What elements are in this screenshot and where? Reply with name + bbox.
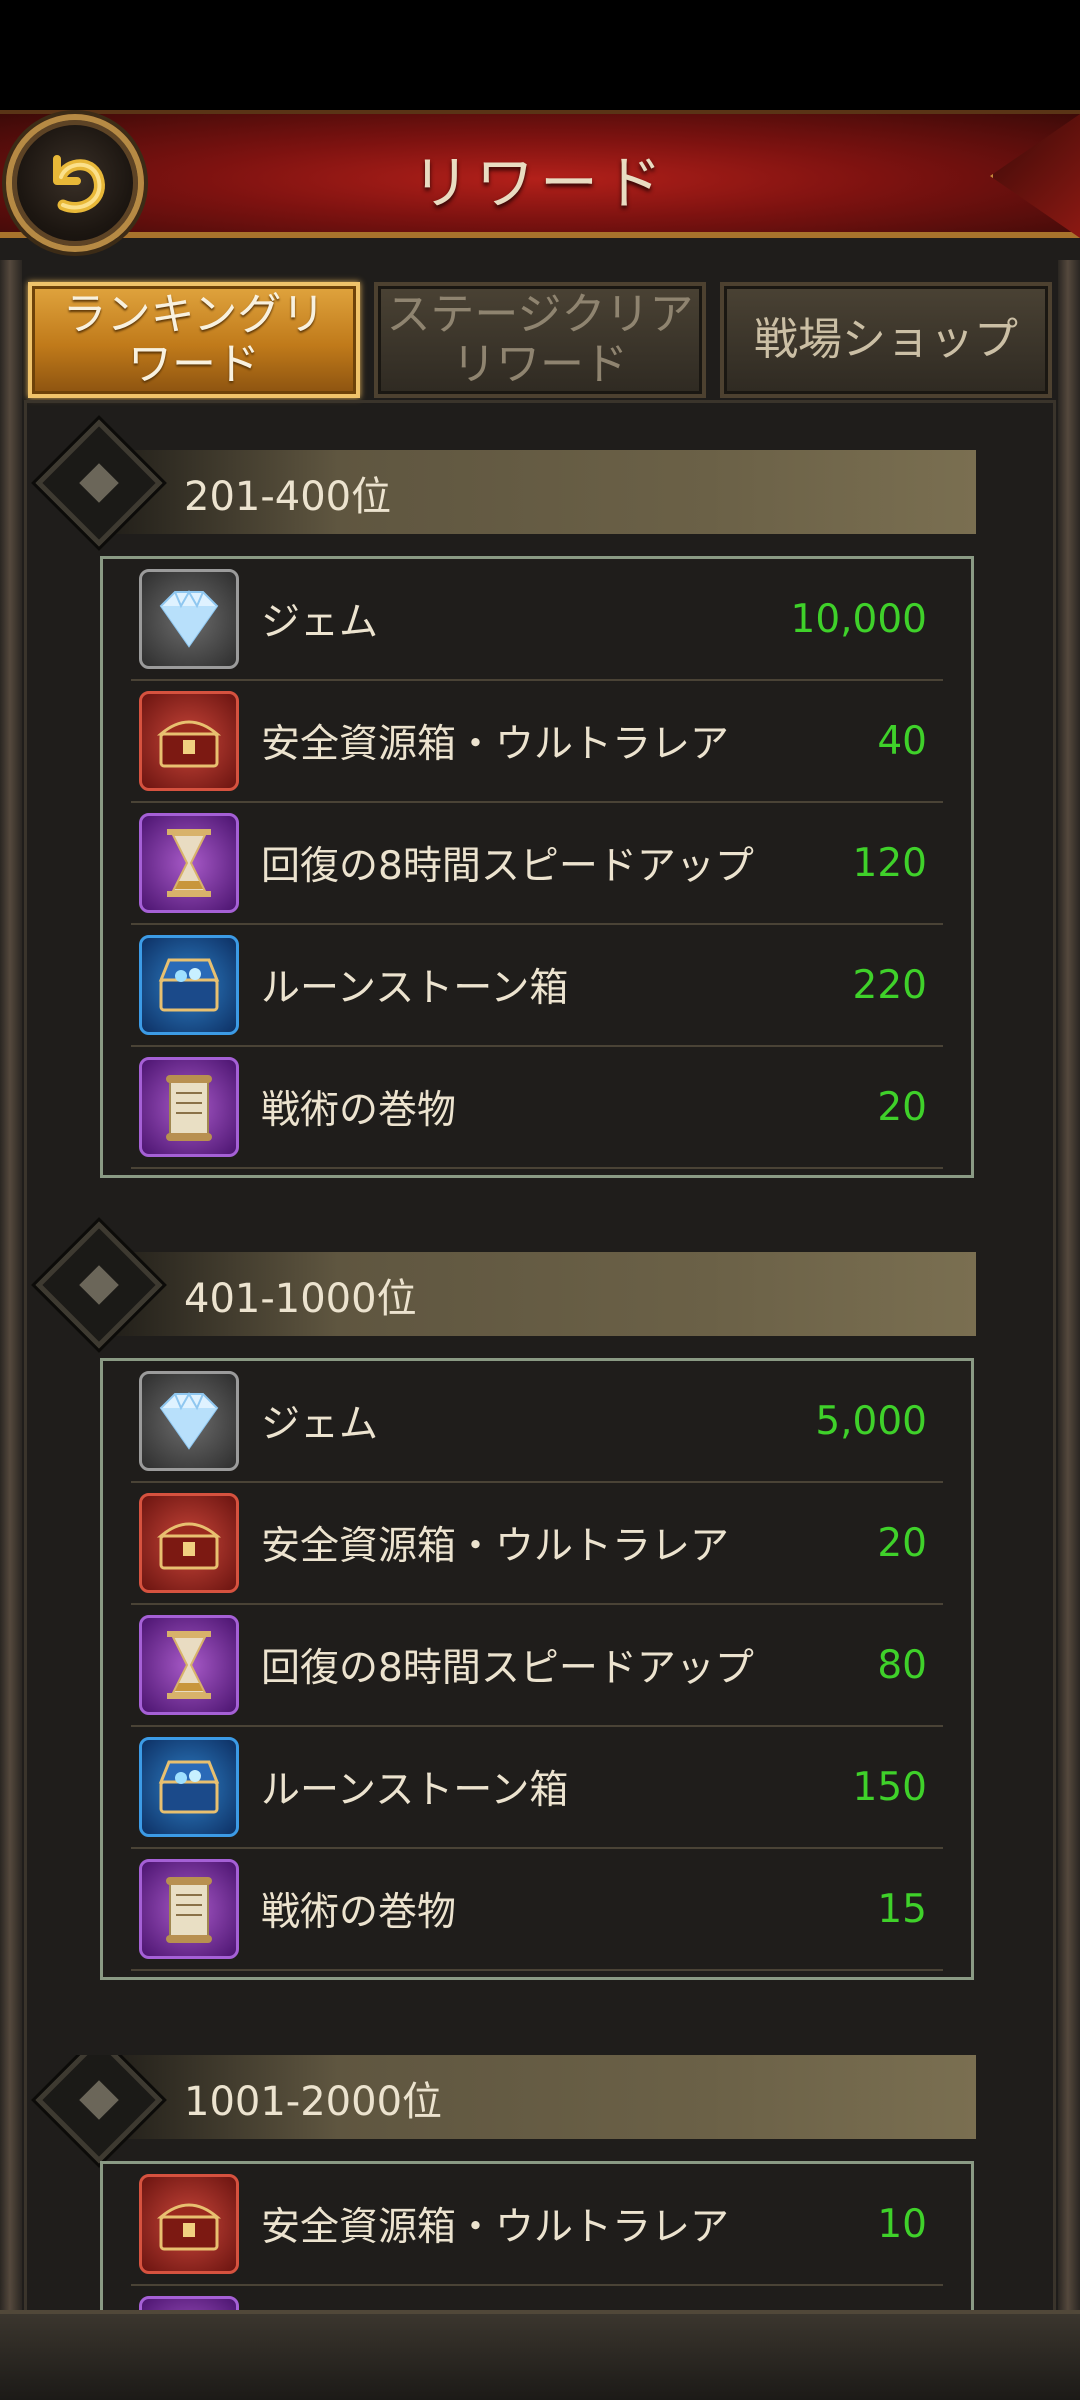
section-header: 401-1000位 [90, 1252, 976, 1336]
reward-quantity: 5,000 [815, 1398, 927, 1444]
tab-ranking-reward[interactable]: ランキングリワード [28, 282, 360, 398]
reward-row: ルーンストーン箱 220 [131, 925, 943, 1047]
reward-name: 安全資源箱・ウルトラレア [261, 1524, 730, 1569]
tab-bar: ランキングリワード ステージクリアリワード 戦場ショップ [28, 282, 1052, 398]
status-bar [0, 0, 1080, 110]
reward-row: 安全資源箱・ウルトラレア 40 [131, 681, 943, 803]
tab-stage-clear-reward[interactable]: ステージクリアリワード [374, 282, 706, 398]
reward-quantity: 15 [877, 1886, 927, 1932]
scroll-icon [139, 1057, 239, 1157]
tab-battlefield-shop[interactable]: 戦場ショップ [720, 282, 1052, 398]
reward-row [131, 2286, 943, 2310]
reward-quantity: 10 [877, 2201, 927, 2247]
back-arrow-icon [53, 155, 105, 213]
reward-quantity: 120 [852, 840, 927, 886]
reward-row: 回復の8時間スピードアップ 120 [131, 803, 943, 925]
tab-label: ランキングリワード [62, 289, 326, 390]
tab-label: ステージクリアリワード [386, 289, 694, 390]
reward-row: ジェム 10,000 [131, 559, 943, 681]
rank-range-label: 1001-2000位 [184, 2079, 443, 2125]
scroll-icon [139, 1859, 239, 1959]
reward-row: 安全資源箱・ウルトラレア 20 [131, 1483, 943, 1605]
rank-range-label: 401-1000位 [184, 1276, 417, 1322]
reward-row: 戦術の巻物 15 [131, 1849, 943, 1971]
gem-icon [139, 569, 239, 669]
page-title: リワード [411, 149, 668, 217]
hourglass-icon [139, 2296, 239, 2310]
bottom-frame [0, 2310, 1080, 2400]
reward-name: 回復の8時間スピードアップ [261, 844, 754, 889]
reward-list: ジェム 5,000 安全資源箱・ウルトラレア 20 回復の8時間スピードアップ … [100, 1358, 974, 1980]
rune-chest-icon [139, 1737, 239, 1837]
reward-list: ジェム 10,000 安全資源箱・ウルトラレア 40 回復の8時間スピードアップ… [100, 556, 974, 1178]
hourglass-icon [139, 813, 239, 913]
reward-row: ジェム 5,000 [131, 1361, 943, 1483]
hourglass-icon [139, 1615, 239, 1715]
reward-quantity: 20 [877, 1520, 927, 1566]
reward-row: 戦術の巻物 20 [131, 1047, 943, 1169]
reward-quantity: 20 [877, 1084, 927, 1130]
reward-name: 回復の8時間スピードアップ [261, 1646, 754, 1691]
reward-row: 回復の8時間スピードアップ 80 [131, 1605, 943, 1727]
chest-icon [139, 1493, 239, 1593]
reward-list: 安全資源箱・ウルトラレア 10 [100, 2161, 974, 2310]
section-header: 1001-2000位 [90, 2055, 976, 2139]
reward-name: 安全資源箱・ウルトラレア [261, 2205, 730, 2250]
reward-quantity: 150 [852, 1764, 927, 1810]
back-button[interactable] [6, 114, 144, 252]
rank-range-label: 201-400位 [184, 474, 392, 520]
rune-chest-icon [139, 935, 239, 1035]
reward-name: ルーンストーン箱 [261, 1768, 569, 1813]
reward-section: 1001-2000位 安全資源箱・ウルトラレア 10 [0, 2055, 1080, 2310]
reward-quantity: 80 [877, 1642, 927, 1688]
reward-name: 戦術の巻物 [261, 1890, 457, 1935]
reward-quantity: 220 [852, 962, 927, 1008]
reward-name: ルーンストーン箱 [261, 966, 569, 1011]
reward-name: 戦術の巻物 [261, 1088, 457, 1133]
reward-quantity: 10,000 [790, 596, 927, 642]
reward-name: 安全資源箱・ウルトラレア [261, 722, 730, 767]
reward-row: ルーンストーン箱 150 [131, 1727, 943, 1849]
chest-icon [139, 2174, 239, 2274]
reward-name: ジェム [261, 600, 379, 645]
reward-name: ジェム [261, 1402, 379, 1447]
chest-icon [139, 691, 239, 791]
reward-quantity: 40 [877, 718, 927, 764]
title-bar: リワード [0, 110, 1080, 238]
gem-icon [139, 1371, 239, 1471]
section-header: 201-400位 [90, 450, 976, 534]
tab-label: 戦場ショップ [754, 314, 1018, 365]
reward-row: 安全資源箱・ウルトラレア 10 [131, 2164, 943, 2286]
